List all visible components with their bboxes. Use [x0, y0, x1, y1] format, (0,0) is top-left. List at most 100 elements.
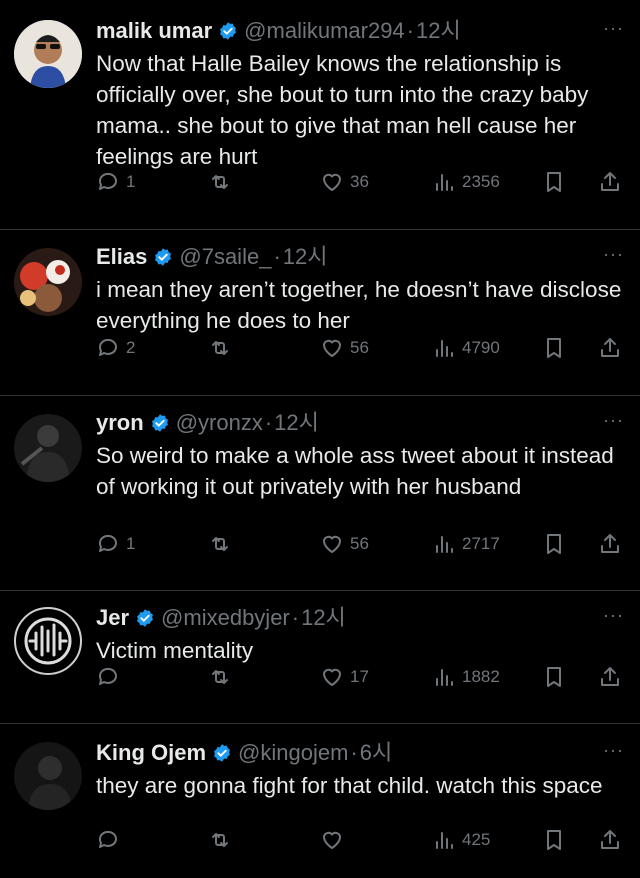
views-icon — [436, 832, 453, 849]
more-options-icon[interactable]: ··· — [603, 740, 624, 761]
like-count: 56 — [350, 338, 369, 357]
reply-button[interactable]: 1 — [96, 532, 135, 556]
like-count: 56 — [350, 534, 369, 553]
like-button[interactable]: 56 — [320, 532, 369, 556]
verified-badge-icon — [220, 22, 237, 40]
like-count: 36 — [350, 172, 369, 191]
retweet-icon — [212, 670, 228, 684]
bookmark-icon — [547, 830, 561, 850]
display-name[interactable]: yron — [96, 408, 144, 438]
timestamp[interactable]: 12시 — [416, 16, 461, 46]
verified-badge-icon — [155, 248, 172, 266]
reply-icon — [98, 338, 117, 356]
display-name[interactable]: Jer — [96, 603, 129, 633]
display-name[interactable]: malik umar — [96, 16, 212, 46]
avatar[interactable] — [14, 20, 82, 88]
bookmark-icon — [547, 667, 561, 687]
view-count: 2717 — [462, 534, 500, 553]
retweet-button[interactable] — [208, 665, 238, 689]
timestamp[interactable]: 6시 — [360, 738, 392, 768]
share-icon — [601, 830, 619, 849]
separator-dot: · — [350, 740, 358, 765]
heart-icon — [323, 339, 341, 357]
bookmark-button[interactable] — [542, 532, 566, 556]
bookmark-button[interactable] — [542, 170, 566, 194]
handle[interactable]: @yronzx — [176, 408, 263, 438]
tweet-text: Now that Halle Bailey knows the relation… — [96, 51, 589, 169]
like-button[interactable] — [320, 828, 350, 852]
timestamp[interactable]: 12시 — [301, 603, 346, 633]
view-count: 2356 — [462, 172, 500, 191]
reply-button[interactable] — [96, 828, 126, 852]
tweet-text: So weird to make a whole ass tweet about… — [96, 443, 614, 499]
tweet[interactable]: yron @yronzx · 12시 ··· So weird to make … — [0, 396, 640, 591]
retweet-button[interactable] — [208, 170, 238, 194]
reply-icon — [98, 172, 117, 190]
reply-icon — [98, 830, 117, 848]
like-count: 17 — [350, 667, 369, 686]
avatar[interactable] — [14, 607, 82, 675]
like-button[interactable]: 17 — [320, 665, 369, 689]
bookmark-button[interactable] — [542, 336, 566, 360]
tweet-text: they are gonna fight for that child. wat… — [96, 773, 603, 798]
handle[interactable]: @mixedbyjer — [161, 603, 290, 633]
share-button[interactable] — [598, 170, 622, 194]
like-button[interactable]: 56 — [320, 336, 369, 360]
share-icon — [601, 534, 619, 553]
bookmark-icon — [547, 172, 561, 192]
handle[interactable]: @kingojem — [238, 738, 348, 768]
retweet-icon — [212, 537, 228, 551]
views-icon — [436, 536, 453, 553]
more-options-icon[interactable]: ··· — [603, 244, 624, 265]
bookmark-button[interactable] — [542, 665, 566, 689]
heart-icon — [323, 535, 341, 553]
timestamp[interactable]: 12시 — [283, 242, 328, 272]
avatar[interactable] — [14, 248, 82, 316]
heart-icon — [323, 831, 341, 849]
like-button[interactable]: 36 — [320, 170, 369, 194]
share-button[interactable] — [598, 828, 622, 852]
view-count: 4790 — [462, 338, 500, 357]
more-options-icon[interactable]: ··· — [603, 410, 624, 431]
separator-dot: · — [264, 410, 273, 435]
retweet-button[interactable] — [208, 336, 238, 360]
timestamp[interactable]: 12시 — [274, 408, 319, 438]
handle[interactable]: @7saile_ — [179, 242, 271, 272]
tweet[interactable]: malik umar @malikumar294 · 12시 ··· Now t… — [0, 0, 640, 230]
retweet-button[interactable] — [208, 532, 238, 556]
more-options-icon[interactable]: ··· — [603, 18, 624, 39]
share-button[interactable] — [598, 336, 622, 360]
separator-dot: · — [291, 605, 300, 630]
retweet-button[interactable] — [208, 828, 238, 852]
more-options-icon[interactable]: ··· — [603, 605, 624, 626]
tweet[interactable]: Elias @7saile_ · 12시 ··· i mean they are… — [0, 230, 640, 396]
tweet[interactable]: King Ojem @kingojem · 6시 ··· they are go… — [0, 724, 640, 878]
share-button[interactable] — [598, 532, 622, 556]
bookmark-button[interactable] — [542, 828, 566, 852]
retweet-icon — [212, 833, 228, 847]
reply-icon — [98, 667, 117, 685]
separator-dot: · — [273, 244, 281, 269]
tweet[interactable]: Jer @mixedbyjer · 12시 ··· Victim mentali… — [0, 591, 640, 724]
views-button[interactable]: 425 — [432, 828, 490, 852]
reply-count: 2 — [126, 338, 136, 357]
views-button[interactable]: 4790 — [432, 336, 500, 360]
handle[interactable]: @malikumar294 — [244, 16, 405, 46]
heart-icon — [323, 668, 341, 686]
views-icon — [436, 174, 453, 191]
avatar[interactable] — [14, 414, 82, 482]
reply-button[interactable] — [96, 665, 126, 689]
tweet-text: i mean they aren’t together, he doesn’t … — [96, 277, 622, 333]
views-button[interactable]: 2356 — [432, 170, 500, 194]
reply-icon — [98, 534, 117, 552]
reply-button[interactable]: 1 — [96, 170, 135, 194]
views-button[interactable]: 1882 — [432, 665, 500, 689]
verified-badge-icon — [214, 744, 230, 762]
views-button[interactable]: 2717 — [432, 532, 500, 556]
display-name[interactable]: King Ojem — [96, 738, 206, 768]
separator-dot: · — [406, 18, 414, 43]
display-name[interactable]: Elias — [96, 242, 147, 272]
reply-button[interactable]: 2 — [96, 336, 135, 360]
share-button[interactable] — [598, 665, 622, 689]
avatar[interactable] — [14, 742, 82, 810]
